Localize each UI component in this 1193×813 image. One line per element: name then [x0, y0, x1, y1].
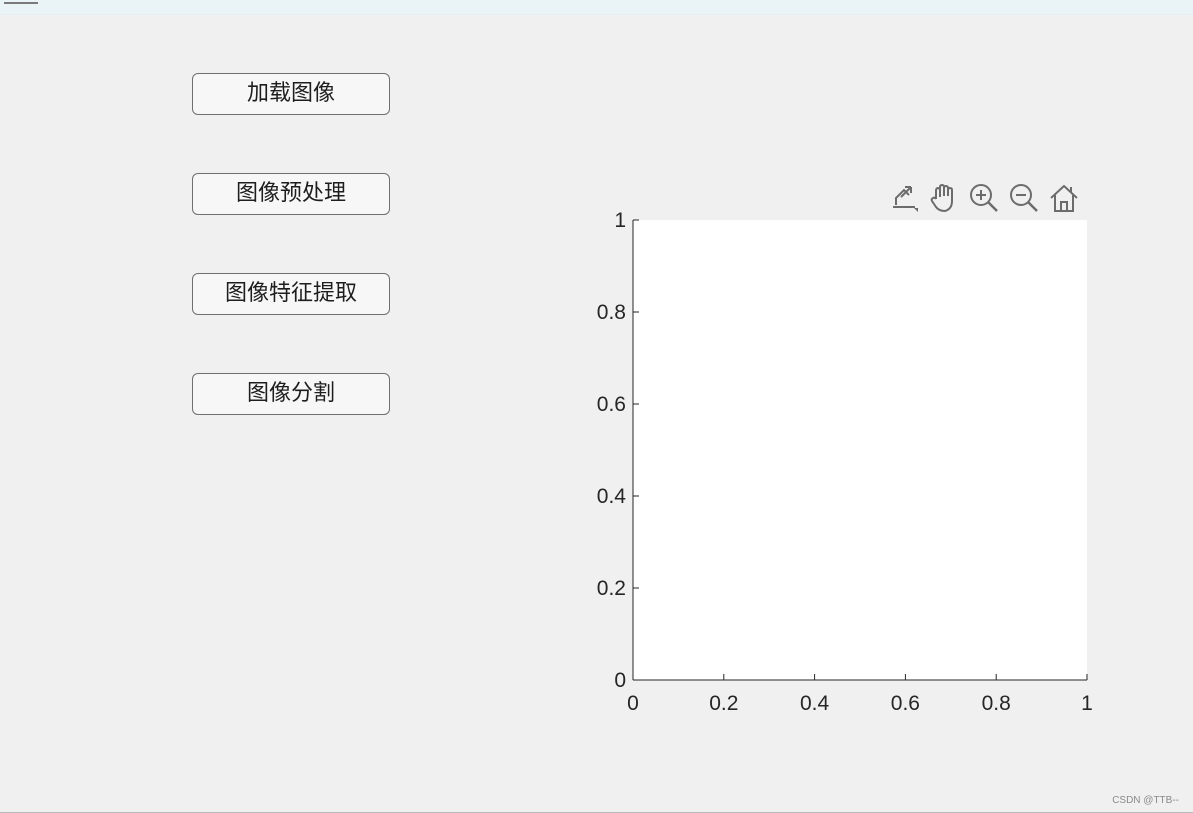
x-tick-label: 0 [627, 692, 639, 715]
y-tick-label: 0.6 [597, 393, 626, 416]
y-tick-label: 0.8 [597, 301, 626, 324]
y-tick-label: 1 [614, 209, 626, 232]
x-tick-label: 0.2 [709, 692, 738, 715]
y-tick-label: 0.4 [597, 485, 627, 508]
x-tick-label: 1 [1081, 692, 1093, 715]
plot-axes[interactable]: 0 0.2 0.4 0.6 0.8 1 0 0.2 0.4 0.6 0.8 1 [0, 0, 1193, 813]
x-tick-label: 0.6 [891, 692, 920, 715]
plot-area [633, 220, 1087, 680]
x-tick-label: 0.4 [800, 692, 830, 715]
y-tick-label: 0 [614, 669, 626, 692]
x-tick-label: 0.8 [982, 692, 1011, 715]
watermark: CSDN @TTB-- [1112, 795, 1179, 806]
y-tick-label: 0.2 [597, 577, 626, 600]
